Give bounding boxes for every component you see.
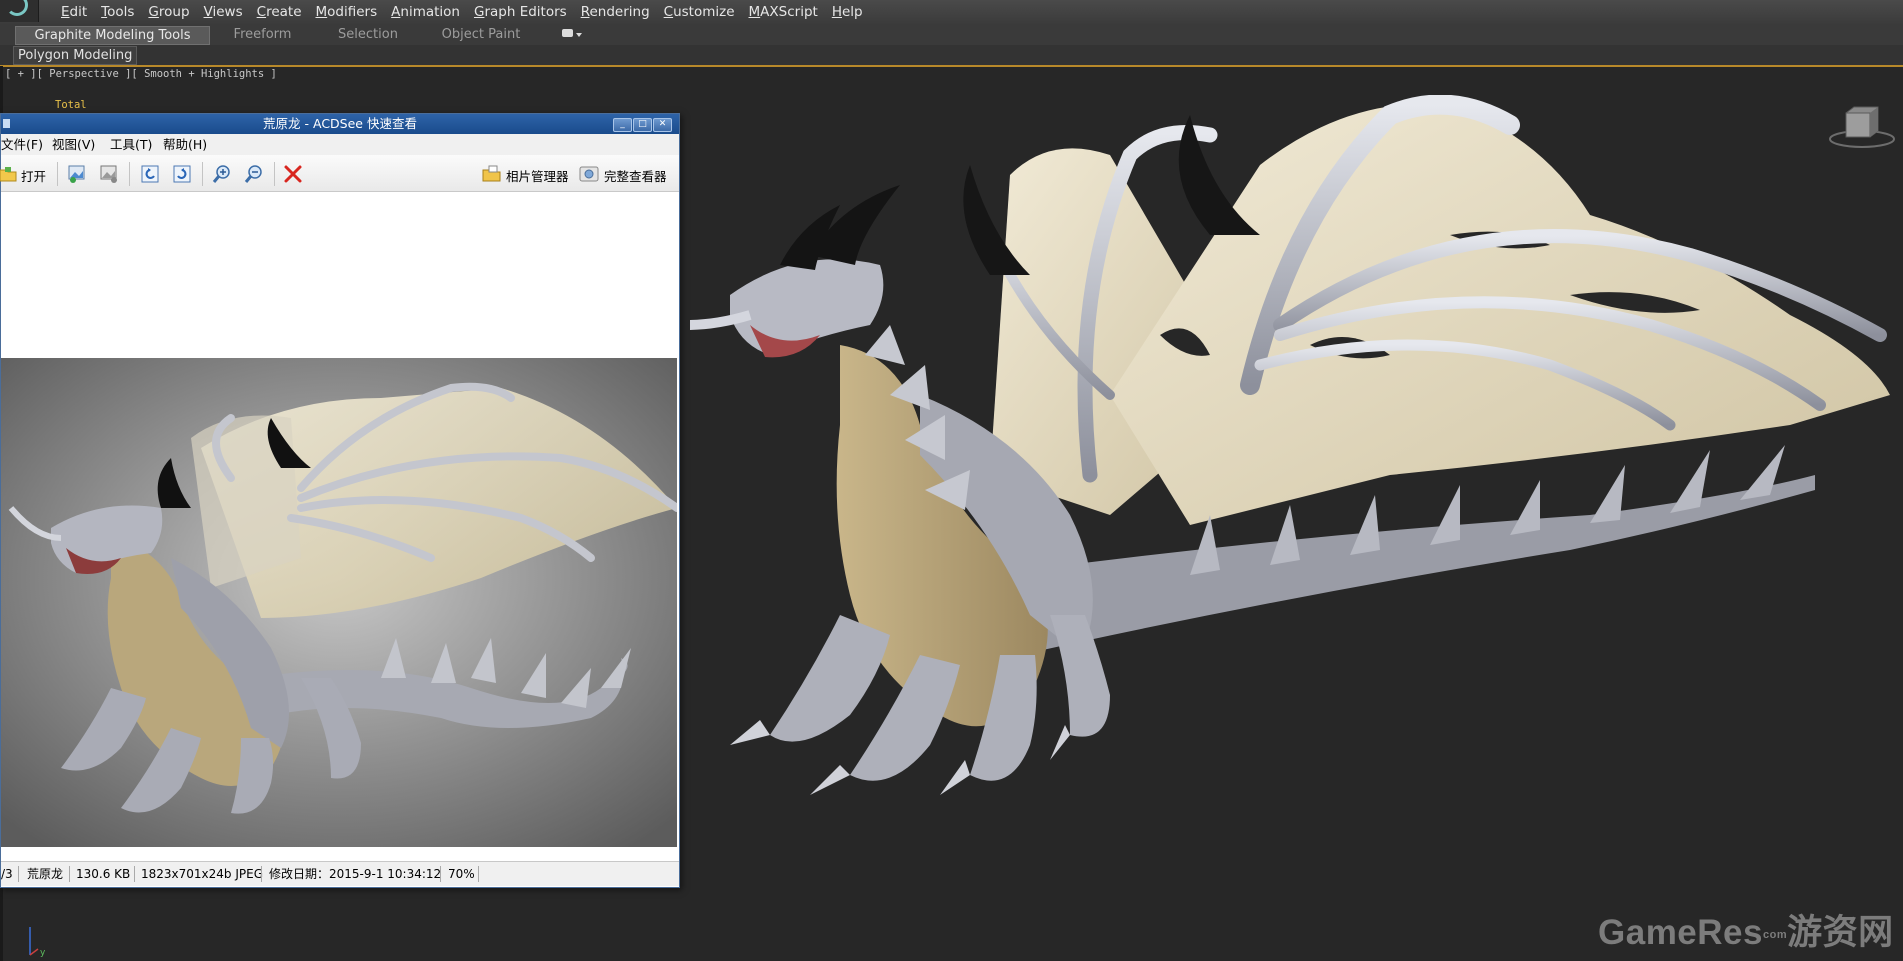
status-filename: 荒原龙 xyxy=(27,867,64,881)
svg-text:y: y xyxy=(40,948,46,958)
image-display-area[interactable] xyxy=(1,192,677,862)
menu-edit[interactable]: Edit xyxy=(54,0,94,24)
menu-help[interactable]: Help xyxy=(825,0,870,24)
menu-customize[interactable]: Customize xyxy=(657,0,742,24)
tab-freeform[interactable]: Freeform xyxy=(215,26,310,43)
chevron-down-icon xyxy=(576,33,582,37)
acdsee-toolbar: 打开 相片管理器 完整查看器 xyxy=(0,155,679,192)
watermark-cn: 游资网 xyxy=(1787,913,1894,952)
menu-group[interactable]: Group xyxy=(141,0,196,24)
dragon-concept-image[interactable] xyxy=(1,358,677,847)
open-icon[interactable] xyxy=(0,163,19,185)
app-logo-button[interactable] xyxy=(0,0,39,22)
minimize-button[interactable]: _ xyxy=(613,118,632,132)
acdsee-quickview-window[interactable]: 荒原龙 - ACDSee 快速查看 _ □ ✕ 文件(F) 视图(V) 工具(T… xyxy=(0,113,680,888)
acdsee-statusbar: /3 荒原龙 130.6 KB 1823x701x24b JPEG 修改日期：2… xyxy=(1,861,679,886)
menu-animation[interactable]: Animation xyxy=(384,0,467,24)
close-button[interactable]: ✕ xyxy=(653,118,672,132)
status-modified-date: 修改日期：2015-9-1 10:34:12 xyxy=(269,867,442,881)
acdsee-menubar: 文件(F) 视图(V) 工具(T) 帮助(H) xyxy=(1,134,679,155)
menu-help-cn[interactable]: 帮助(H) xyxy=(163,134,207,155)
app-icon xyxy=(3,119,10,128)
menu-graph-editors[interactable]: Graph Editors xyxy=(467,0,574,24)
full-viewer-button[interactable]: 完整查看器 xyxy=(604,166,667,185)
ribbon-display-icon xyxy=(562,29,573,37)
viewport-stats-total: Total xyxy=(55,99,87,111)
menu-tools[interactable]: Tools xyxy=(94,0,141,24)
photo-manager-button[interactable]: 相片管理器 xyxy=(506,166,569,185)
zoom-in-icon[interactable] xyxy=(211,163,233,185)
next-image-icon[interactable] xyxy=(98,163,120,185)
menu-maxscript[interactable]: MAXScript xyxy=(742,0,825,24)
status-separator xyxy=(478,866,479,882)
app-logo-icon xyxy=(6,0,28,16)
menu-file[interactable]: 文件(F) xyxy=(1,134,43,155)
toolbar-separator xyxy=(202,162,203,186)
watermark-text: GameRes xyxy=(1598,913,1763,952)
status-separator xyxy=(69,866,70,882)
menu-modifiers[interactable]: Modifiers xyxy=(309,0,385,24)
axis-gizmo-icon: y xyxy=(29,927,46,958)
ribbon-panel: Polygon Modeling xyxy=(0,45,1903,67)
zoom-out-icon[interactable] xyxy=(243,163,265,185)
open-button-label[interactable]: 打开 xyxy=(21,166,46,185)
toolbar-separator xyxy=(57,162,58,186)
toolbar-separator xyxy=(274,162,275,186)
status-separator xyxy=(134,866,135,882)
menu-create[interactable]: Create xyxy=(250,0,309,24)
full-viewer-icon[interactable] xyxy=(578,163,600,185)
menu-view[interactable]: 视图(V) xyxy=(52,134,95,155)
menu-tools-cn[interactable]: 工具(T) xyxy=(110,134,152,155)
status-zoom: 70% xyxy=(448,867,475,881)
main-menubar: Edit Tools Group Views Create Modifiers … xyxy=(0,0,1903,25)
delete-icon[interactable] xyxy=(282,163,304,185)
ribbon-tabs: Graphite Modeling Tools Freeform Selecti… xyxy=(0,24,1903,46)
menu-views[interactable]: Views xyxy=(197,0,250,24)
tab-object-paint[interactable]: Object Paint xyxy=(425,26,537,43)
status-separator xyxy=(440,866,441,882)
tab-selection[interactable]: Selection xyxy=(318,26,418,43)
status-index: /3 xyxy=(1,867,13,881)
window-title: 荒原龙 - ACDSee 快速查看 xyxy=(263,116,417,131)
tab-graphite-modeling-tools[interactable]: Graphite Modeling Tools xyxy=(15,26,210,45)
menu-items: Edit Tools Group Views Create Modifiers … xyxy=(54,0,870,24)
viewport-label-menu[interactable]: [ + ][ Perspective ][ Smooth + Highlight… xyxy=(5,68,277,80)
toolbar-separator xyxy=(129,162,130,186)
maximize-button[interactable]: □ xyxy=(633,118,652,132)
watermark-domain: com xyxy=(1762,928,1788,941)
status-separator xyxy=(261,866,262,882)
photo-manager-icon[interactable] xyxy=(481,163,503,185)
status-dimensions: 1823x701x24b JPEG xyxy=(141,867,264,881)
acdsee-titlebar[interactable]: 荒原龙 - ACDSee 快速查看 _ □ ✕ xyxy=(1,114,679,134)
polygon-modeling-panel[interactable]: Polygon Modeling xyxy=(13,46,138,65)
watermark: GameRescom游资网 xyxy=(1598,904,1894,955)
menu-rendering[interactable]: Rendering xyxy=(574,0,657,24)
prev-image-icon[interactable] xyxy=(66,163,88,185)
rotate-left-icon[interactable] xyxy=(139,163,161,185)
dragon-3d-model[interactable] xyxy=(690,95,1903,885)
rotate-right-icon[interactable] xyxy=(171,163,193,185)
status-separator xyxy=(18,866,19,882)
status-filesize: 130.6 KB xyxy=(76,867,131,881)
ribbon-options-dropdown[interactable] xyxy=(562,27,582,41)
